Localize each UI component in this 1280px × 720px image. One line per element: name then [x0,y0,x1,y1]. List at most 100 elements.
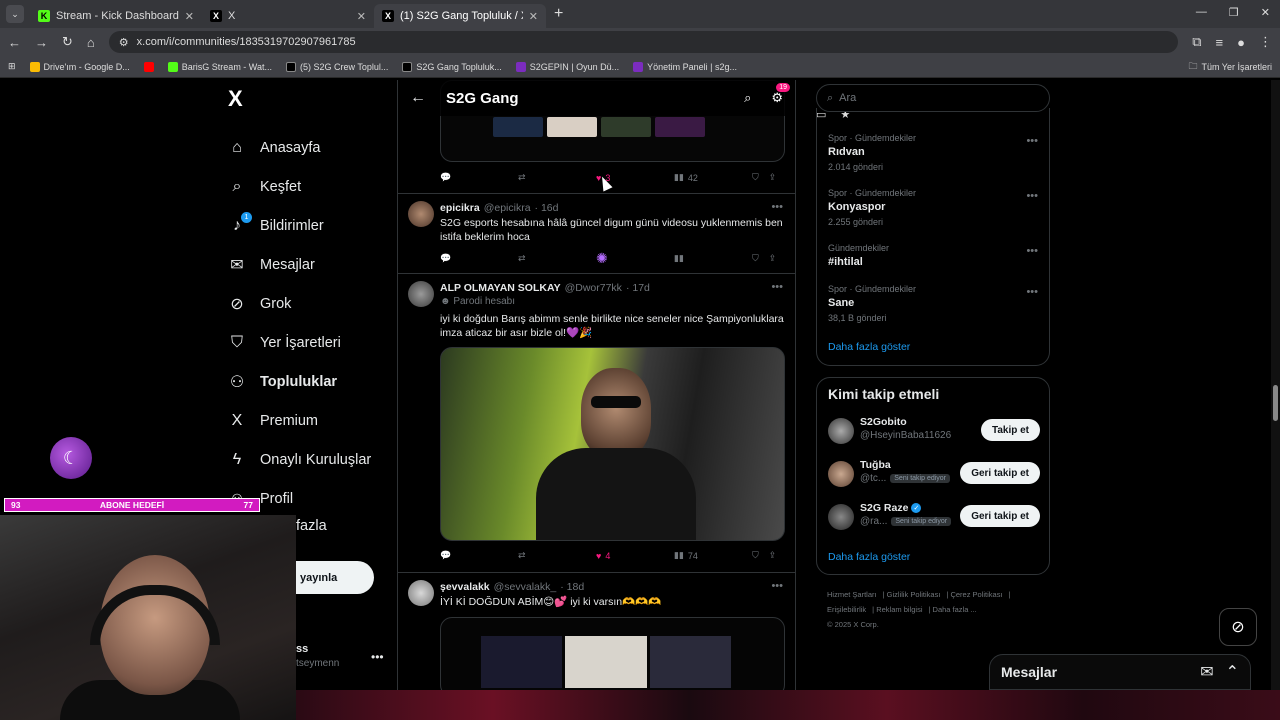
browser-menu-icon[interactable]: ⋮ [1259,34,1272,50]
page-scrollbar[interactable] [1271,80,1280,690]
nav-item-verified-orgs[interactable]: ϟ Onaylı Kuruluşlar [222,440,392,479]
grok-floating-button[interactable]: ⊘ [1219,608,1257,646]
footer-link[interactable]: Gizlilik Politikası [887,590,941,599]
nav-item-messages[interactable]: ✉ Mesajlar [222,245,392,284]
tweet-author-name[interactable]: epicikra [440,202,480,214]
new-tab-button[interactable]: + [554,5,563,23]
repost-icon[interactable]: ⇄ [518,172,596,183]
tweet-time[interactable]: · 17d [626,282,650,294]
bookmark-s2g-gang[interactable]: S2G Gang Topluluk... [402,61,502,72]
repost-icon[interactable]: ⇄ [518,550,596,561]
post-button[interactable]: yayınla [296,561,374,594]
messages-drawer[interactable]: Mesajlar ✉ ⌃ [989,654,1251,690]
site-info-icon[interactable]: ⚙ [119,36,129,49]
more-options-icon[interactable]: ••• [1026,245,1038,257]
show-more-follow-link[interactable]: Daha fazla göster [828,551,910,563]
bookmark-youtube[interactable] [143,61,154,72]
bookmark-icon[interactable]: ⛉ [752,550,759,561]
nav-item-bookmarks[interactable]: ⛉ Yer İşaretleri [222,323,392,362]
footer-link[interactable]: Hizmet Şartları [827,590,877,599]
avatar[interactable] [408,580,434,606]
footer-link[interactable]: Daha fazla ... [933,605,977,614]
reading-list-icon[interactable]: ≡ [1216,35,1224,50]
follow-button[interactable]: Takip et [980,419,1040,441]
close-window-icon[interactable]: ✕ [1261,6,1270,19]
trend-item[interactable]: Gündemdekiler #ihtilal ••• [828,243,1038,268]
forward-icon[interactable]: → [35,35,48,50]
bookmark-yonetim[interactable]: Yönetim Paneli | s2g... [633,61,737,72]
tweet-time[interactable]: · 18d [560,581,584,593]
follow-suggestion[interactable]: S2Gobito @HseyinBaba11626 Takip et [828,414,1040,448]
tab-close-icon[interactable]: ✕ [529,10,538,23]
search-icon[interactable]: ⌕ [744,90,751,106]
trend-item[interactable]: Spor · Gündemdekiler Sane 38,1 B gönderi… [828,284,1038,323]
profile-avatar-icon[interactable]: ● [1237,35,1245,50]
nav-item-home[interactable]: ⌂ Anasayfa [222,128,392,167]
avatar[interactable] [828,461,854,487]
minimize-icon[interactable]: — [1196,6,1207,19]
reload-icon[interactable]: ↻ [62,34,73,50]
follow-back-button[interactable]: Geri takip et [960,505,1040,527]
bookmark-drive[interactable]: Drive'ım - Google D... [29,61,130,72]
tweet-photo[interactable] [440,347,785,541]
tab-close-icon[interactable]: ✕ [357,10,366,23]
browser-tab-s2g-gang[interactable]: X (1) S2G Gang Topluluk / X ✕ [374,4,546,28]
nav-item-explore[interactable]: ⌕ Keşfet [222,167,392,206]
tweet-author-name[interactable]: şevvalakk [440,581,490,593]
reply-icon[interactable]: 💬 [440,253,518,264]
follow-back-button[interactable]: Geri takip et [960,462,1040,484]
tweet-photo[interactable] [440,617,785,690]
bookmark-s2gepin[interactable]: S2GEPIN | Oyun Dü... [515,61,619,72]
tweet-author-handle[interactable]: @sevvalakk_ [494,581,557,593]
bookmark-barisg[interactable]: BarisG Stream - Wat... [167,61,272,72]
more-options-icon[interactable]: ••• [771,201,783,213]
nav-item-more[interactable]: fazla [296,518,327,534]
bookmark-icon[interactable]: ⛉ [752,253,759,264]
footer-link[interactable]: Erişilebilirlik [827,605,866,614]
more-options-icon[interactable]: ••• [1026,135,1038,147]
extensions-icon[interactable]: ⧉ [1192,34,1201,50]
back-icon[interactable]: ← [8,35,21,50]
compose-message-icon[interactable]: ✉ [1200,662,1213,682]
apps-grid-icon[interactable]: ⊞ [8,61,16,72]
tweet-author-handle[interactable]: @epicikra [484,202,531,214]
like-loading-icon[interactable]: ✺ [596,250,674,267]
nav-item-premium[interactable]: X Premium [222,401,392,440]
account-handle[interactable]: tseymenn [296,658,339,669]
tab-search-dropdown[interactable]: ⌄ [6,5,24,23]
avatar[interactable] [828,504,854,530]
trend-item[interactable]: Spor · Gündemdekiler Konyaspor 2.255 gön… [828,188,1038,227]
views-button[interactable]: ▮▮ [674,253,752,264]
trend-item[interactable]: Spor · Gündemdekiler Rıdvan 2.014 gönder… [828,133,1038,172]
maximize-icon[interactable]: ❐ [1229,6,1239,19]
avatar[interactable] [408,201,434,227]
all-bookmarks[interactable]: 🗀 Tüm Yer İşaretleri [1188,59,1272,75]
expand-chevron-icon[interactable]: ⌃ [1226,662,1239,682]
bookmark-s2g-crew[interactable]: (5) S2G Crew Toplul... [285,61,388,72]
browser-tab-x[interactable]: X X ✕ [202,4,374,28]
home-browser-icon[interactable]: ⌂ [87,35,95,50]
tab-close-icon[interactable]: ✕ [185,10,194,23]
footer-link[interactable]: Reklam bilgisi [876,605,922,614]
nav-item-notifications[interactable]: ♪ 1 Bildirimler [222,206,392,245]
search-input[interactable]: ⌕ Ara [816,84,1050,112]
tweet-author-name[interactable]: ALP OLMAYAN SOLKAY [440,282,561,294]
account-more-icon[interactable]: ••• [371,650,384,664]
like-button[interactable]: ♥ 4 [596,551,674,561]
bookmark-icon[interactable]: ⛉ [752,172,759,183]
show-more-trends-link[interactable]: Daha fazla göster [828,341,910,353]
browser-tab-kick[interactable]: K Stream - Kick Dashboard ✕ [30,4,202,28]
scrollbar-thumb[interactable] [1273,385,1278,421]
back-arrow-icon[interactable]: ← [410,89,426,107]
more-options-icon[interactable]: ••• [771,580,783,592]
settings-gear-icon[interactable]: ⚙ 19 [771,83,790,106]
avatar[interactable] [408,281,434,307]
more-options-icon[interactable]: ••• [771,281,783,293]
x-logo-icon[interactable]: X [228,86,392,112]
share-icon[interactable]: ⇪ [769,172,777,183]
avatar[interactable] [828,418,854,444]
repost-icon[interactable]: ⇄ [518,253,596,264]
share-icon[interactable]: ⇪ [769,550,777,561]
url-bar[interactable]: ⚙ x.com/i/communities/183531970290796178… [108,31,1179,121]
nav-item-communities[interactable]: ⚇ Topluluklar [222,362,392,401]
